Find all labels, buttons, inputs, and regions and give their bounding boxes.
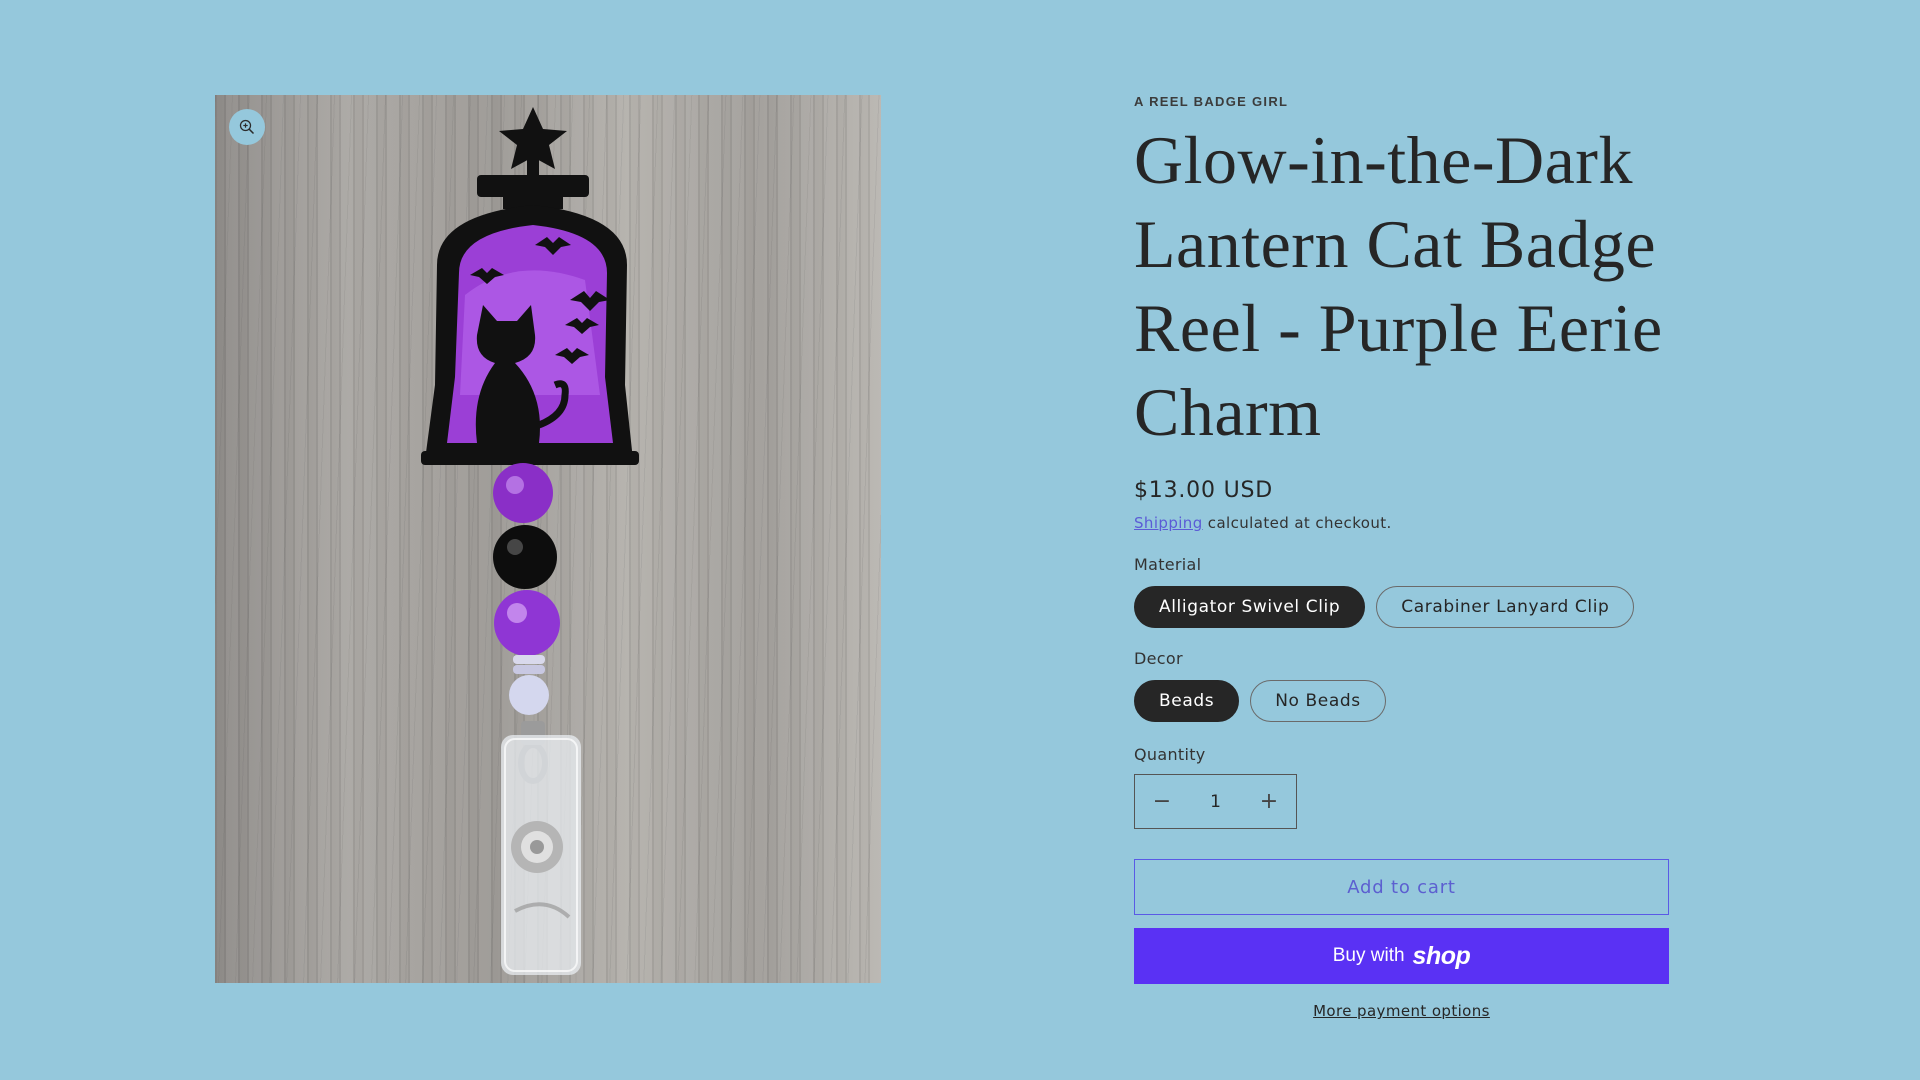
- more-payment-options-link[interactable]: More payment options: [1313, 1002, 1490, 1020]
- shop-logo: shop: [1412, 941, 1471, 970]
- product-image[interactable]: [215, 95, 881, 983]
- shipping-link[interactable]: Shipping: [1134, 514, 1203, 532]
- zoom-button[interactable]: [229, 109, 265, 145]
- plus-icon: +: [1259, 789, 1279, 814]
- decor-option-no-beads[interactable]: No Beads: [1250, 680, 1386, 722]
- product-title: Glow-in-the-Dark Lantern Cat Badge Reel …: [1134, 122, 1663, 450]
- quantity-stepper: − +: [1134, 774, 1297, 829]
- shipping-note-text: calculated at checkout.: [1202, 514, 1392, 532]
- more-payment-options: More payment options: [1134, 1002, 1669, 1020]
- shipping-note: Shipping calculated at checkout.: [1134, 512, 1694, 534]
- increase-quantity-button[interactable]: +: [1242, 775, 1296, 828]
- material-label: Material: [1134, 555, 1202, 574]
- material-option-carabiner-lanyard-clip[interactable]: Carabiner Lanyard Clip: [1376, 586, 1635, 628]
- decrease-quantity-button[interactable]: −: [1135, 775, 1189, 828]
- decor-label: Decor: [1134, 649, 1183, 668]
- add-to-cart-button[interactable]: Add to cart: [1134, 859, 1669, 915]
- vendor-name: A REEL BADGE GIRL: [1134, 94, 1289, 109]
- badge-reel-photo: [421, 107, 639, 975]
- quantity-label: Quantity: [1134, 745, 1206, 764]
- material-option-alligator-swivel-clip[interactable]: Alligator Swivel Clip: [1134, 586, 1366, 628]
- decor-option-beads[interactable]: Beads: [1134, 680, 1240, 722]
- zoom-in-icon: [239, 119, 255, 135]
- decor-options: Beads No Beads: [1134, 680, 1694, 722]
- quantity-input[interactable]: [1193, 790, 1238, 813]
- minus-icon: −: [1152, 789, 1172, 814]
- product-price: $13.00 USD: [1134, 478, 1273, 503]
- material-options: Alligator Swivel Clip Carabiner Lanyard …: [1134, 586, 1694, 628]
- product-info: A REEL BADGE GIRL Glow-in-the-Dark Lante…: [1134, 92, 1694, 1020]
- buy-with-label: Buy with: [1332, 945, 1405, 966]
- buy-with-shop-pay-button[interactable]: Buy with shop: [1134, 928, 1669, 984]
